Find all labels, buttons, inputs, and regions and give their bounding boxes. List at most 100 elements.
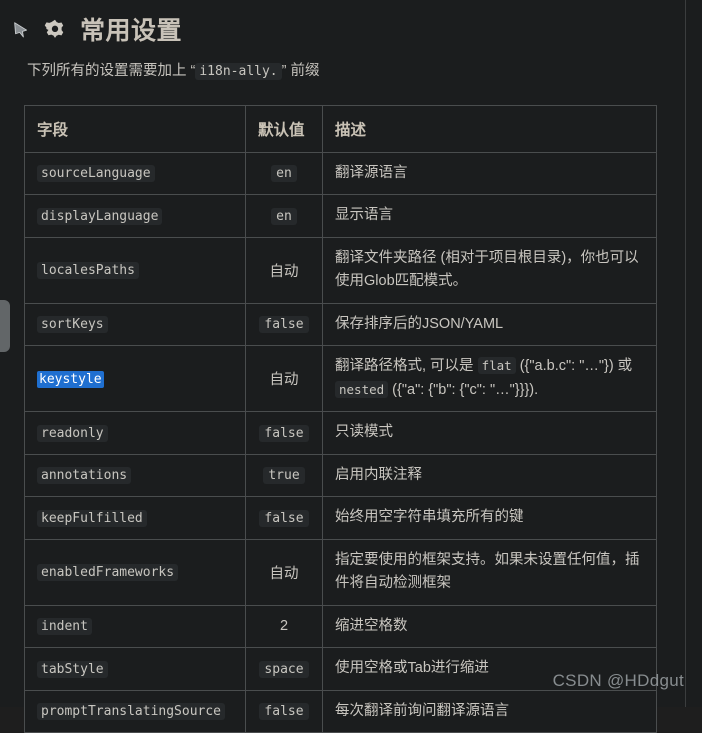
settings-table: 字段 默认值 描述 sourceLanguage en 翻译源语言 displayLa… bbox=[24, 104, 657, 733]
description-text: 翻译路径格式, 可以是 bbox=[335, 358, 478, 375]
cell-field: sortKeys bbox=[24, 302, 246, 347]
description-text: 启用内联注释 bbox=[335, 466, 422, 483]
description-text: ({"a.b.c": "…"}) 或 bbox=[515, 358, 633, 375]
cell-description: 使用空格或Tab进行缩进 bbox=[322, 647, 657, 691]
description-text: 始终用空字符串填充所有的键 bbox=[335, 509, 524, 526]
subtitle-prefix: 下列所有的设置需要加上 “ bbox=[27, 63, 196, 79]
description-code-chip: nested bbox=[335, 380, 389, 398]
table-row: tabStyle space 使用空格或Tab进行缩进 bbox=[24, 647, 657, 691]
field-name[interactable]: promptTranslatingSource bbox=[37, 703, 226, 721]
column-header-default: 默认值 bbox=[245, 104, 323, 153]
cell-field: readonly bbox=[24, 411, 246, 455]
field-name[interactable]: localesPaths bbox=[37, 262, 139, 280]
default-value: 自动 bbox=[269, 263, 299, 280]
column-header-field: 字段 bbox=[24, 104, 246, 153]
field-name-selected[interactable]: keystyle bbox=[37, 370, 104, 388]
table-body: sourceLanguage en 翻译源语言 displayLanguage en 显示… bbox=[24, 151, 657, 733]
table-row: displayLanguage en 显示语言 bbox=[24, 194, 657, 238]
default-value: en bbox=[271, 207, 297, 225]
column-header-desc: 描述 bbox=[322, 104, 657, 153]
table-row: indent 2 缩进空格数 bbox=[24, 604, 657, 649]
cell-description: 始终用空字符串填充所有的键 bbox=[322, 496, 657, 540]
default-value: 自动 bbox=[269, 372, 299, 389]
cell-default-value: false bbox=[245, 411, 323, 455]
default-value: true bbox=[263, 467, 305, 485]
page-header: 常用设置 bbox=[0, 0, 684, 44]
field-name[interactable]: indent bbox=[37, 618, 92, 636]
cell-default-value: 自动 bbox=[245, 236, 323, 304]
default-value: false bbox=[259, 703, 309, 721]
table-row: sortKeys false 保存排序后的JSON/YAML bbox=[24, 302, 657, 347]
table-header-row: 字段 默认值 描述 bbox=[24, 104, 657, 153]
description-text: 保存排序后的JSON/YAML bbox=[335, 315, 504, 332]
default-value: 自动 bbox=[269, 565, 299, 582]
subtitle-code-chip: i18n-ally. bbox=[195, 63, 282, 80]
field-name[interactable]: tabStyle bbox=[37, 660, 108, 678]
settings-table-wrapper: 字段 默认值 描述 sourceLanguage en 翻译源语言 displayLa… bbox=[24, 104, 657, 733]
field-name[interactable]: keepFulfilled bbox=[37, 509, 147, 527]
subtitle: 下列所有的设置需要加上 “i18n-ally.” 前缀 bbox=[0, 44, 684, 83]
cell-field: promptTranslatingSource bbox=[24, 689, 246, 733]
default-value: en bbox=[271, 165, 297, 183]
cell-description: 缩进空格数 bbox=[322, 604, 657, 649]
default-value: 2 bbox=[279, 618, 289, 635]
field-name[interactable]: displayLanguage bbox=[37, 207, 163, 225]
table-row: enabledFrameworks 自动 指定要使用的框架支持。如果未设置任何值，插… bbox=[24, 538, 657, 606]
default-value: false bbox=[259, 316, 309, 334]
default-value: false bbox=[259, 424, 309, 442]
default-value: space bbox=[259, 660, 309, 678]
description-text: 指定要使用的框架支持。如果未设置任何值，插件将自动检测框架 bbox=[335, 551, 640, 592]
cell-default-value: 自动 bbox=[245, 538, 323, 606]
panel-divider bbox=[685, 0, 686, 707]
description-text: 每次翻译前询问翻译源语言 bbox=[335, 702, 509, 719]
field-name[interactable]: sortKeys bbox=[37, 316, 108, 334]
cell-default-value: 2 bbox=[245, 604, 323, 649]
cell-description: 指定要使用的框架支持。如果未设置任何值，插件将自动检测框架 bbox=[322, 538, 657, 606]
cell-description: 每次翻译前询问翻译源语言 bbox=[322, 689, 657, 733]
cell-field: keepFulfilled bbox=[24, 496, 246, 540]
cell-default-value: en bbox=[245, 151, 323, 196]
cell-field: keystyle bbox=[24, 345, 246, 413]
field-name[interactable]: readonly bbox=[37, 424, 108, 442]
cell-description: 保存排序后的JSON/YAML bbox=[322, 302, 657, 347]
subtitle-suffix: ” 前缀 bbox=[281, 63, 320, 79]
description-text: 缩进空格数 bbox=[335, 617, 408, 634]
table-row: keepFulfilled false 始终用空字符串填充所有的键 bbox=[24, 496, 657, 540]
cell-field: displayLanguage bbox=[24, 194, 246, 238]
cell-default-value: space bbox=[245, 647, 323, 691]
content-column: 常用设置 下列所有的设置需要加上 “i18n-ally.” 前缀 字段 默认值 … bbox=[0, 0, 684, 733]
field-name[interactable]: enabledFrameworks bbox=[37, 564, 179, 582]
cell-description: 显示语言 bbox=[322, 194, 657, 238]
description-text: 显示语言 bbox=[335, 207, 393, 224]
cell-field: tabStyle bbox=[24, 647, 246, 691]
table-row: keystyle 自动 翻译路径格式, 可以是 flat ({"a.b.c": "…… bbox=[24, 345, 657, 413]
description-text: 只读模式 bbox=[335, 424, 393, 441]
field-name[interactable]: sourceLanguage bbox=[37, 165, 155, 183]
table-row: localesPaths 自动 翻译文件夹路径 (相对于项目根目录)，你也可以使用G… bbox=[24, 236, 657, 304]
cell-field: enabledFrameworks bbox=[24, 538, 246, 606]
cell-description: 只读模式 bbox=[322, 411, 657, 455]
cell-field: indent bbox=[24, 604, 246, 649]
default-value: false bbox=[259, 509, 309, 527]
cell-default-value: false bbox=[245, 689, 323, 733]
table-row: promptTranslatingSource false 每次翻译前询问翻译源语言 bbox=[24, 689, 657, 733]
table-head: 字段 默认值 描述 bbox=[24, 104, 657, 153]
field-name[interactable]: annotations bbox=[37, 467, 132, 485]
cell-default-value: false bbox=[245, 302, 323, 347]
gear-icon bbox=[42, 18, 68, 44]
table-row: sourceLanguage en 翻译源语言 bbox=[24, 151, 657, 196]
page-title: 常用设置 bbox=[80, 16, 183, 45]
cell-default-value: 自动 bbox=[245, 345, 323, 413]
description-text: 翻译文件夹路径 (相对于项目根目录)，你也可以使用Glob匹配模式。 bbox=[335, 249, 639, 290]
pin-icon[interactable] bbox=[11, 20, 33, 42]
cell-description: 启用内联注释 bbox=[322, 453, 657, 498]
description-text: ({"a": {"b": {"c": "…"}}}). bbox=[388, 381, 539, 398]
cell-default-value: true bbox=[245, 453, 323, 498]
table-row: annotations true 启用内联注释 bbox=[24, 453, 657, 498]
cell-field: localesPaths bbox=[24, 236, 246, 304]
cell-default-value: en bbox=[245, 194, 323, 238]
cell-field: annotations bbox=[24, 453, 246, 498]
cell-description: 翻译源语言 bbox=[322, 151, 657, 196]
cell-description: 翻译路径格式, 可以是 flat ({"a.b.c": "…"}) 或 nest… bbox=[322, 345, 657, 413]
description-code-chip: flat bbox=[477, 357, 516, 375]
